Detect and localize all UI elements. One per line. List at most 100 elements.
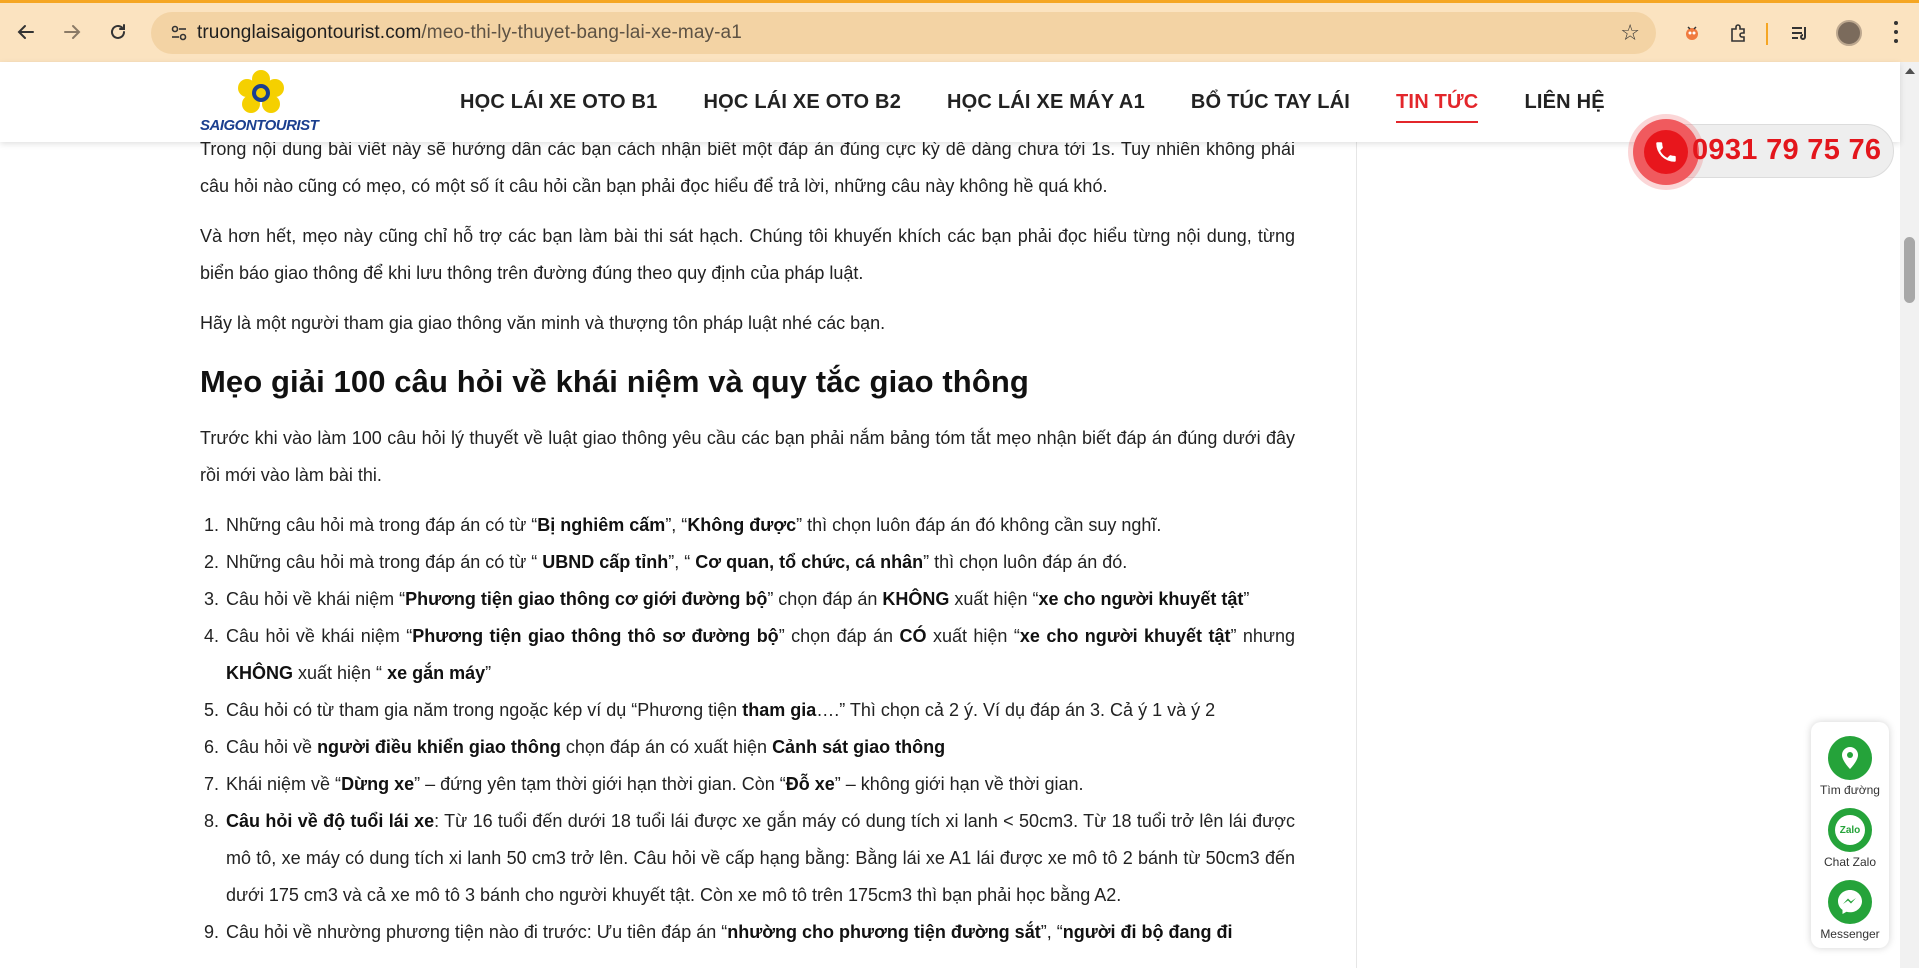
scroll-thumb[interactable]	[1904, 237, 1915, 303]
tip-text: ” – không giới hạn về thời gian.	[834, 774, 1084, 794]
article-paragraph: Trước khi vào làm 100 câu hỏi lý thuyết …	[200, 428, 1295, 485]
tip-text: xuất hiện “	[926, 626, 1020, 646]
chat-zalo-button[interactable]: Zalo Chat Zalo	[1811, 808, 1889, 869]
tip-text: Câu hỏi có từ tham gia năm trong ngoặc k…	[226, 700, 743, 720]
tip-bold-text: KHÔNG	[226, 663, 293, 683]
tip-item: Câu hỏi về người điều khiển giao thông c…	[224, 729, 1295, 766]
article-paragraph: Hãy là một người tham gia giao thông văn…	[200, 313, 886, 333]
main-nav: HỌC LÁI XE OTO B1 HỌC LÁI XE OTO B2 HỌC …	[460, 62, 1651, 142]
logo-text: SAIGONTOURIST	[200, 117, 319, 134]
zalo-icon: Zalo	[1828, 808, 1872, 852]
tip-text: xuất hiện “	[293, 663, 388, 683]
nav-item-xe-may-a1[interactable]: HỌC LÁI XE MÁY A1	[947, 91, 1145, 114]
address-bar[interactable]: truonglaisaigontourist.com/meo-thi-ly-th…	[151, 12, 1656, 54]
chat-zalo-label: Chat Zalo	[1823, 855, 1877, 869]
extensions-puzzle-icon[interactable]	[1724, 19, 1752, 47]
messenger-icon	[1828, 880, 1872, 924]
logo-flower-icon	[238, 70, 284, 113]
tip-bold-text: CÓ	[899, 626, 927, 646]
tip-bold-text: Câu hỏi về độ tuổi lái xe	[226, 811, 435, 831]
tip-text: ”, “	[665, 515, 688, 535]
article-body: Trong nội dung bài viết này sẽ hướng dẫn…	[200, 131, 1295, 951]
tip-text: ” nhưng	[1230, 626, 1295, 646]
tip-text: xuất hiện “	[949, 589, 1039, 609]
tip-text: Những câu hỏi mà trong đáp án có từ “	[226, 515, 538, 535]
tip-bold-text: người đi bộ đang đi	[1062, 922, 1233, 942]
tip-text: ” chọn đáp án	[767, 589, 883, 609]
forward-icon[interactable]	[56, 16, 88, 48]
bookmark-star-icon[interactable]: ☆	[1620, 20, 1640, 46]
messenger-label: Messenger	[1820, 927, 1880, 941]
find-route-label: Tìm đường	[1820, 783, 1880, 797]
extension-bug-icon[interactable]	[1678, 19, 1706, 47]
browser-toolbar: truonglaisaigontourist.com/meo-thi-ly-th…	[0, 0, 1919, 62]
tip-bold-text: xe gắn máy	[387, 663, 486, 683]
back-icon[interactable]	[10, 16, 42, 48]
tip-item: Khái niệm về “Dừng xe” – đứng yên tạm th…	[224, 766, 1295, 803]
article-paragraph: Và hơn hết, mẹo này cũng chỉ hỗ trợ các …	[200, 226, 1295, 283]
nav-item-oto-b1[interactable]: HỌC LÁI XE OTO B1	[460, 91, 658, 114]
tip-bold-text: Cơ quan, tổ chức, cá nhân	[695, 552, 924, 572]
article-paragraph: Trong nội dung bài viết này sẽ hướng dẫn…	[200, 139, 1295, 196]
profile-avatar[interactable]	[1836, 20, 1862, 46]
tip-item: Những câu hỏi mà trong đáp án có từ “Bị …	[224, 507, 1295, 544]
section-heading: Mẹo giải 100 câu hỏi về khái niệm và quy…	[200, 364, 1029, 399]
tip-item: Câu hỏi có từ tham gia năm trong ngoặc k…	[224, 692, 1295, 729]
tip-bold-text: Phương tiện giao thông thô sơ đường bộ	[412, 626, 779, 646]
tip-bold-text: xe cho người khuyết tật	[1019, 626, 1231, 646]
hotline-button[interactable]: 0931 79 75 76	[1633, 119, 1894, 185]
tip-text: ” thì chọn luôn đáp án đó không cần suy …	[796, 515, 1162, 535]
tip-bold-text: nhường cho phương tiện đường sắt	[727, 922, 1041, 942]
tip-item: Câu hỏi về khái niệm “Phương tiện giao t…	[224, 581, 1295, 618]
site-logo[interactable]: SAIGONTOURIST	[200, 68, 324, 138]
scroll-up-icon[interactable]	[1905, 68, 1915, 74]
find-route-button[interactable]: Tìm đường	[1811, 736, 1889, 797]
tip-bold-text: người điều khiển giao thông	[317, 737, 561, 757]
tip-bold-text: Cảnh sát giao thông	[772, 737, 946, 757]
tip-text: ”	[485, 663, 492, 683]
tip-bold-text: Dừng xe	[341, 774, 415, 794]
sidebar-divider	[1356, 142, 1357, 968]
tip-text: ”	[1243, 589, 1250, 609]
page-scrollbar[interactable]	[1900, 62, 1919, 968]
tip-text: ” thì chọn luôn đáp án đó.	[923, 552, 1128, 572]
site-info-icon[interactable]	[161, 24, 197, 42]
nav-item-oto-b2[interactable]: HỌC LÁI XE OTO B2	[704, 91, 902, 114]
tip-item: Những câu hỏi mà trong đáp án có từ “ UB…	[224, 544, 1295, 581]
tip-text: ….” Thì chọn cả 2 ý. Ví dụ đáp án 3. Cả …	[816, 700, 1216, 720]
tip-item: Câu hỏi về độ tuổi lái xe: Từ 16 tuổi đế…	[224, 803, 1295, 914]
tip-text: Câu hỏi về khái niệm “	[226, 589, 406, 609]
browser-menu-icon[interactable]	[1886, 17, 1906, 47]
tip-bold-text: Không được	[687, 515, 797, 535]
media-controls-icon[interactable]	[1786, 19, 1814, 47]
tip-text: Câu hỏi về	[226, 737, 318, 757]
tip-text: Câu hỏi về khái niệm “	[226, 626, 413, 646]
nav-item-tin-tuc[interactable]: TIN TỨC	[1396, 91, 1479, 123]
tip-text: Những câu hỏi mà trong đáp án có từ “	[226, 552, 543, 572]
nav-item-bo-tuc-tay-lai[interactable]: BỔ TÚC TAY LÁI	[1191, 91, 1350, 114]
tip-item: Câu hỏi về khái niệm “Phương tiện giao t…	[224, 618, 1295, 692]
site-header: SAIGONTOURIST HỌC LÁI XE OTO B1 HỌC LÁI …	[0, 62, 1900, 142]
tip-text: ”, “	[1040, 922, 1063, 942]
url-text: truonglaisaigontourist.com/meo-thi-ly-th…	[197, 22, 742, 43]
toolbar-divider	[1766, 23, 1768, 45]
map-pin-icon	[1828, 736, 1872, 780]
messenger-button[interactable]: Messenger	[1811, 880, 1889, 941]
tip-text: ”, “	[668, 552, 696, 572]
tip-text: ” chọn đáp án	[778, 626, 900, 646]
tip-text: chọn đáp án có xuất hiện	[560, 737, 773, 757]
contact-widget: Tìm đường Zalo Chat Zalo Messenger	[1811, 722, 1889, 948]
tips-list: Những câu hỏi mà trong đáp án có từ “Bị …	[200, 507, 1295, 951]
nav-item-lien-he[interactable]: LIÊN HỆ	[1524, 91, 1604, 114]
tip-text: Khái niệm về “	[226, 774, 342, 794]
tip-bold-text: UBND cấp tỉnh	[542, 552, 669, 572]
tip-text: ” – đứng yên tạm thời giới hạn thời gian…	[414, 774, 786, 794]
tip-bold-text: KHÔNG	[882, 589, 950, 609]
reload-icon[interactable]	[102, 16, 134, 48]
phone-icon	[1633, 119, 1699, 185]
tip-bold-text: Bị nghiêm cấm	[537, 515, 666, 535]
tip-text: Câu hỏi về nhường phương tiện nào đi trư…	[226, 922, 728, 942]
tip-bold-text: xe cho người khuyết tật	[1038, 589, 1244, 609]
tip-bold-text: Phương tiện giao thông cơ giới đường bộ	[405, 589, 768, 609]
tip-bold-text: tham gia	[742, 700, 817, 720]
